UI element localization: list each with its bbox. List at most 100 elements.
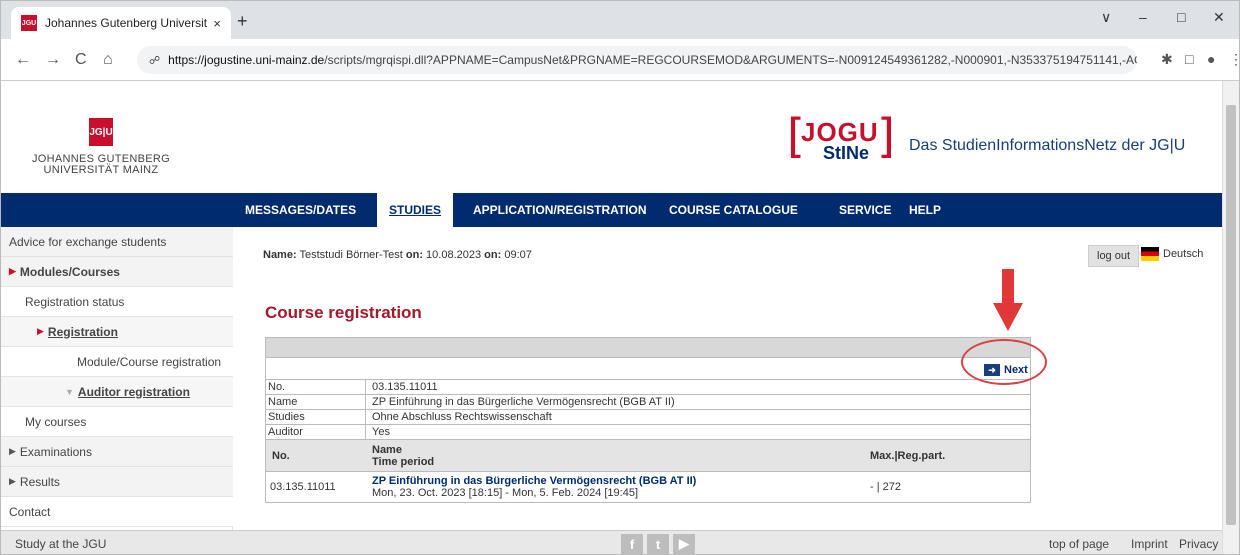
table-actions: ➜ Next: [266, 358, 1030, 380]
tab-search-icon[interactable]: ∨: [1101, 9, 1111, 26]
jgu-logo-mark: JG|U: [89, 118, 113, 146]
minimize-button[interactable]: –: [1139, 9, 1147, 25]
detail-key: Name: [266, 395, 366, 409]
jgu-logo-line2: UNIVERSITÄT MAINZ: [43, 164, 159, 176]
nav-help[interactable]: HELP: [897, 193, 953, 227]
lock-icon: ☍: [149, 54, 161, 67]
new-tab-button[interactable]: +: [237, 11, 248, 32]
detail-row: No. 03.135.11011: [266, 380, 1030, 395]
sidebar-item-my-courses[interactable]: My courses: [1, 407, 233, 437]
sidepanel-icon[interactable]: □: [1185, 51, 1193, 67]
column-header-name: Name Time period: [366, 440, 866, 471]
user-label: Name:: [263, 249, 297, 261]
sidebar-item-examinations[interactable]: ▶ Examinations: [1, 437, 233, 467]
twitter-icon[interactable]: t: [647, 534, 669, 554]
course-table-header: No. Name Time period Max.|Reg.part.: [266, 440, 1030, 472]
social-links: f t ▶: [621, 534, 699, 554]
youtube-icon[interactable]: ▶: [673, 534, 695, 554]
login-time: 09:07: [504, 249, 532, 261]
main-content: Name: Teststudi Börner-Test on: 10.08.20…: [233, 227, 1223, 530]
sidebar-item-label: Auditor registration: [77, 384, 190, 399]
sidebar-item-module-course-registration[interactable]: Module/Course registration: [1, 347, 233, 377]
facebook-icon[interactable]: f: [621, 534, 643, 554]
expanded-arrow-icon: ▶: [9, 266, 16, 276]
course-capacity: - | 272: [870, 481, 901, 493]
browser-tab[interactable]: JGU Johannes Gutenberg Universität ×: [11, 7, 231, 39]
detail-value: Ohne Abschluss Rechtswissenschaft: [372, 411, 552, 423]
logout-button[interactable]: log out: [1088, 245, 1140, 267]
detail-value: 03.135.11011: [372, 381, 438, 393]
user-info: Name: Teststudi Börner-Test on: 10.08.20…: [263, 249, 532, 261]
sidebar-item-results[interactable]: ▶ Results: [1, 467, 233, 497]
sidebar-item-exchange-advice[interactable]: Advice for exchange students: [1, 227, 233, 257]
imprint-link[interactable]: Imprint: [1131, 537, 1168, 551]
tab-bar: JGU Johannes Gutenberg Universität × + ∨…: [1, 1, 1239, 39]
maximize-button[interactable]: □: [1177, 9, 1185, 25]
registration-table: ➜ Next No. 03.135.11011 Name ZP Einführu…: [265, 337, 1031, 503]
scrollbar-thumb[interactable]: [1226, 105, 1236, 525]
extensions-icon[interactable]: ✱: [1161, 51, 1173, 68]
detail-value: Yes: [372, 426, 390, 438]
sidebar-item-registration-status[interactable]: Registration status: [1, 287, 233, 317]
nav-application-registration[interactable]: APPLICATION/REGISTRATION: [461, 193, 659, 227]
expanded-arrow-icon: ▶: [37, 326, 44, 336]
top-of-page-link[interactable]: top of page: [1049, 537, 1109, 551]
reload-icon[interactable]: C: [75, 51, 87, 69]
language-switch[interactable]: Deutsch: [1141, 247, 1203, 261]
course-title-link[interactable]: ZP Einführung in das Bürgerliche Vermöge…: [372, 475, 866, 487]
course-number: 03.135.11011: [270, 481, 336, 493]
detail-key: Studies: [266, 410, 366, 424]
detail-value: ZP Einführung in das Bürgerliche Vermöge…: [372, 396, 675, 408]
close-window-button[interactable]: ✕: [1213, 9, 1225, 26]
on-label: on:: [484, 249, 502, 261]
sidebar: Advice for exchange students ▶ Modules/C…: [1, 227, 233, 530]
browser-window: JGU Johannes Gutenberg Universität × + ∨…: [0, 0, 1240, 555]
sidebar-item-registration[interactable]: ▶ Registration: [1, 317, 233, 347]
sidebar-item-label: Registration: [47, 324, 118, 339]
language-label: Deutsch: [1163, 248, 1204, 260]
sidebar-item-label: Advice for exchange students: [9, 234, 167, 249]
column-header-name-label: Name: [372, 443, 402, 456]
footer: Study at the JGU f t ▶ top of page Impri…: [1, 530, 1223, 554]
detail-key: Auditor: [266, 425, 366, 439]
profile-icon[interactable]: ●: [1207, 51, 1215, 67]
annotation-arrow-icon: [993, 269, 1023, 331]
sidebar-item-label: Modules/Courses: [19, 264, 120, 279]
privacy-link[interactable]: Privacy: [1179, 537, 1218, 551]
jogustine-logo[interactable]: [ JOGU StINe ]: [787, 109, 897, 179]
german-flag-icon: [1141, 247, 1159, 261]
jgu-logo[interactable]: JG|U JOHANNES GUTENBERG UNIVERSITÄT MAIN…: [26, 118, 176, 188]
nav-course-catalogue[interactable]: COURSE CATALOGUE: [657, 193, 810, 227]
url-host: https://jogustine.uni-mainz.de: [168, 53, 325, 67]
favicon-icon: JGU: [21, 15, 37, 31]
nav-messages-dates[interactable]: MESSAGES/DATES: [233, 193, 368, 227]
url-field[interactable]: ☍ https://jogustine.uni-mainz.de/scripts…: [137, 46, 1137, 74]
table-header-bar: [266, 338, 1030, 358]
back-icon[interactable]: ←: [15, 51, 31, 69]
sidebar-item-label: Contact: [9, 504, 51, 519]
user-name: Teststudi Börner-Test: [299, 249, 403, 261]
tab-close-icon[interactable]: ×: [213, 16, 221, 31]
footer-study-link[interactable]: Study at the JGU: [15, 537, 106, 551]
home-icon[interactable]: ⌂: [103, 51, 113, 69]
page-scrollbar[interactable]: [1222, 81, 1239, 554]
detail-row: Auditor Yes: [266, 425, 1030, 440]
nav-studies[interactable]: STUDIES: [377, 193, 454, 227]
sidebar-item-label: Module/Course registration: [77, 354, 222, 369]
nav-service[interactable]: SERVICE: [827, 193, 903, 227]
forward-icon[interactable]: →: [45, 51, 61, 69]
column-header-time-label: Time period: [372, 455, 435, 468]
column-header-max: Max.|Reg.part.: [870, 449, 946, 462]
menu-icon[interactable]: ⋮: [1229, 51, 1239, 68]
sidebar-item-modules-courses[interactable]: ▶ Modules/Courses: [1, 257, 233, 287]
bracket-right: ]: [877, 109, 895, 163]
course-info: ZP Einführung in das Bürgerliche Vermöge…: [366, 472, 866, 502]
on-label: on:: [405, 249, 423, 261]
site-tagline: Das StudienInformationsNetz der JG|U: [909, 137, 1186, 154]
sidebar-item-label: Registration status: [25, 294, 125, 309]
sidebar-item-auditor-registration[interactable]: ▼ Auditor registration: [1, 377, 233, 407]
main-nav: MESSAGES/DATES STUDIES APPLICATION/REGIS…: [1, 193, 1223, 227]
detail-row: Studies Ohne Abschluss Rechtswissenschaf…: [266, 410, 1030, 425]
sidebar-item-contact[interactable]: Contact: [1, 497, 233, 527]
detail-row: Name ZP Einführung in das Bürgerliche Ve…: [266, 395, 1030, 410]
